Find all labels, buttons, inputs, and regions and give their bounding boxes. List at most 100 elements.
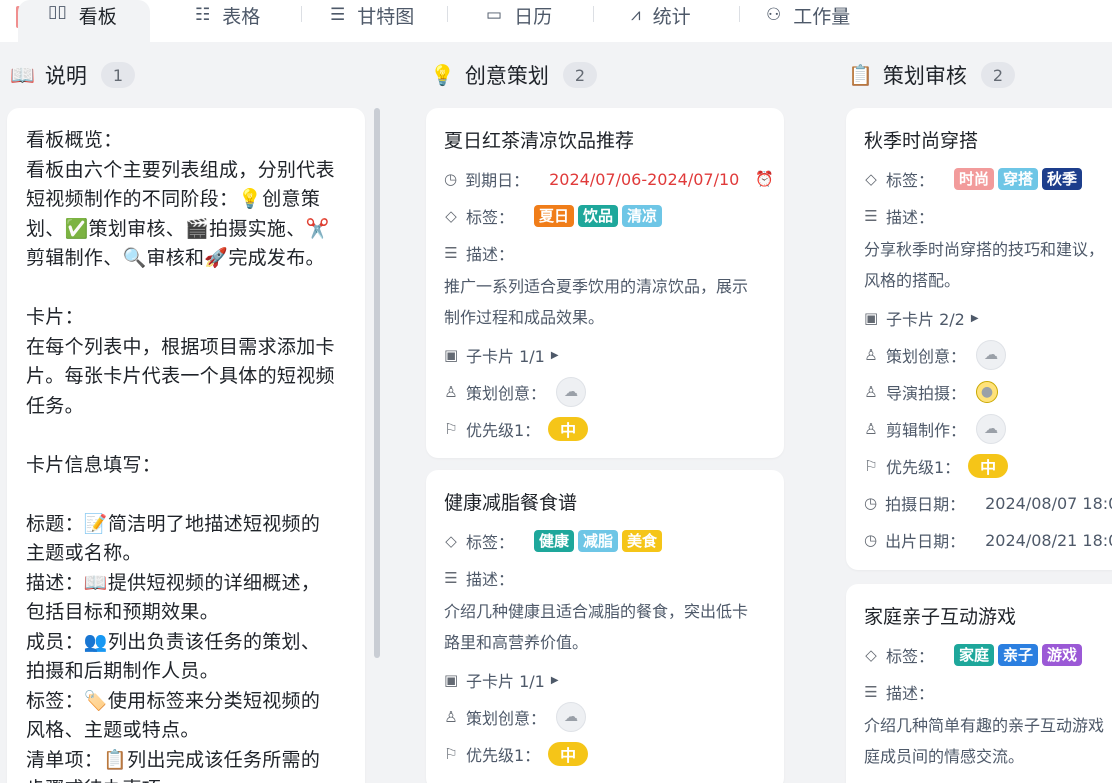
gantt-icon: ☰ [330, 5, 346, 25]
tab-stats[interactable]: ⩘ 统计 [631, 0, 691, 30]
tag-icon: ◇ [445, 532, 457, 550]
tag-badge[interactable]: 游戏 [1042, 644, 1083, 666]
tag-badge[interactable]: 清凉 [622, 205, 663, 227]
task-card[interactable]: 健康减脂餐食谱 ◇ 标签： 健康 减脂 美食 ☰ 描述： 介绍几种健康且适合减脂… [426, 470, 784, 783]
avatar[interactable]: ☁ [556, 377, 587, 407]
text-lines-icon: ☰ [864, 683, 878, 701]
priority-badge[interactable]: 中 [548, 417, 589, 441]
tab-kanban[interactable]: ▯▯ 看板 [18, 0, 150, 42]
tags-row: ◇ 标签： 家庭 亲子 游戏 [864, 643, 1106, 667]
line-chart-icon: ⩘ [631, 5, 641, 25]
tag-badge[interactable]: 时尚 [954, 168, 995, 190]
subcards-row[interactable]: ▣ 子卡片 2/2 ▶ [864, 306, 1106, 330]
avatar[interactable]: ● [976, 381, 999, 403]
description-card[interactable]: 看板概览： 看板由六个主要列表组成，分别代表 短视频制作的不同阶段：💡创意策 划… [7, 108, 365, 783]
card-title: 夏日红茶清凉饮品推荐 [444, 130, 635, 152]
desc-line: 任务。 [26, 394, 84, 417]
flag-icon: ⚐ [444, 420, 458, 438]
alarm-clock-icon[interactable]: ⏰ [755, 170, 774, 188]
priority-row: ⚐ 优先级1： 中 [864, 454, 1106, 478]
desc-line: 清单项：📋列出完成该任务所需的 [26, 748, 321, 771]
text-lines-icon: ☰ [444, 569, 458, 587]
planner-label: 策划创意： [886, 347, 967, 366]
column-header-description[interactable]: 📖 说明 1 [10, 58, 135, 92]
task-card[interactable]: 秋季时尚穿搭 ◇ 标签： 时尚 穿搭 秋季 ☰ 描述： 分享秋季时尚穿搭的技巧和… [846, 108, 1112, 570]
desc-line: 划、✅策划审核、🎬拍摄实施、✂️ [26, 217, 330, 240]
subcards-row[interactable]: ▣ 子卡片 1/1 ▶ [444, 343, 764, 367]
column-title: 创意策划 [464, 64, 549, 88]
card-description: 介绍几种简单有趣的亲子互动游戏 [864, 716, 1105, 735]
lightbulb-icon: 💡 [430, 63, 455, 87]
avatar[interactable]: ☁ [556, 702, 587, 732]
flag-icon: ⚐ [444, 745, 458, 763]
director-label: 导演拍摄： [886, 384, 967, 403]
user-icon: ♙ [864, 383, 878, 401]
description-row: ☰ 描述： [864, 680, 1106, 704]
card-title: 健康减脂餐食谱 [444, 492, 578, 514]
column-title: 策划审核 [882, 64, 967, 88]
desc-line: 步骤或待办事项。 [26, 775, 347, 783]
priority-row: ⚐ 优先级1： 中 [444, 417, 764, 441]
shoot-date-label: 拍摄日期： [885, 495, 966, 514]
tab-divider [301, 6, 302, 22]
tags-label: 标签： [886, 171, 935, 190]
priority-badge[interactable]: 中 [968, 454, 1009, 478]
caret-right-icon: ▶ [970, 312, 979, 324]
priority-label: 优先级1： [886, 458, 961, 477]
release-date-value: 2024/08/21 18:00 [985, 530, 1112, 550]
tags-label: 标签： [886, 647, 935, 666]
desc-label: 描述： [886, 684, 935, 703]
tab-gantt[interactable]: ☰ 甘特图 [330, 0, 414, 30]
user-icon: ♙ [444, 383, 458, 401]
tag-badge[interactable]: 减脂 [578, 530, 619, 552]
desc-line: 风格、主题或特点。 [26, 719, 200, 741]
due-date-row: ◷ 到期日： 2024/07/06-2024/07/10 ⏰ [444, 167, 774, 191]
view-tabs-bar: ▯▯ 看板 ☷ 表格 ☰ 甘特图 ▭ 日历 ⩘ 统计 ⚇ 工作量 [0, 0, 1112, 42]
desc-line: 主题或名称。 [26, 542, 142, 564]
tag-badge[interactable]: 家庭 [954, 644, 995, 666]
kanban-icon: ▯▯ [48, 2, 67, 22]
planner-row: ♙ 策划创意： ☁ [444, 702, 764, 732]
card-description: 风格的搭配。 [864, 271, 961, 290]
release-date-row: ◷ 出片日期： 2024/08/21 18:00 [864, 528, 1112, 552]
tag-badge[interactable]: 亲子 [998, 644, 1039, 666]
priority-badge[interactable]: 中 [548, 742, 589, 766]
task-card[interactable]: 家庭亲子互动游戏 ◇ 标签： 家庭 亲子 游戏 ☰ 描述： 介绍几种简单有趣的亲… [846, 584, 1112, 783]
column-title: 说明 [44, 64, 87, 88]
tab-workload[interactable]: ⚇ 工作量 [766, 0, 850, 30]
avatar[interactable]: ☁ [976, 340, 1007, 370]
desc-label: 描述： [466, 570, 515, 589]
card-title: 家庭亲子互动游戏 [864, 606, 1017, 628]
subcards-row[interactable]: ▣ 子卡片 1/1 ▶ [444, 668, 764, 692]
desc-line: 短视频制作的不同阶段：💡创意策 [26, 188, 321, 210]
desc-line: 卡片： [26, 306, 84, 328]
tab-calendar[interactable]: ▭ 日历 [486, 0, 552, 30]
tag-badge[interactable]: 美食 [622, 530, 663, 552]
card-description: 推广一系列适合夏季饮用的清凉饮品，展示 [444, 277, 749, 296]
planner-row: ♙ 策划创意： ☁ [864, 340, 1106, 370]
tag-badge[interactable]: 健康 [534, 530, 575, 552]
clipboard-icon: 📋 [848, 63, 873, 87]
column-scrollbar[interactable] [374, 108, 380, 658]
tag-badge[interactable]: 夏日 [534, 205, 575, 227]
caret-right-icon: ▶ [550, 674, 559, 686]
tag-icon: ◇ [865, 170, 877, 188]
desc-line: 拍摄和后期制作人员。 [26, 660, 220, 682]
tag-badge[interactable]: 饮品 [578, 205, 619, 227]
calendar-icon: ▭ [486, 5, 503, 25]
desc-label: 描述： [466, 245, 515, 264]
text-lines-icon: ☰ [864, 207, 878, 225]
desc-line: 片。每张卡片代表一个具体的短视频 [26, 365, 335, 387]
column-header-review[interactable]: 📋 策划审核 2 [848, 58, 1015, 92]
column-header-creative[interactable]: 💡 创意策划 2 [430, 58, 597, 92]
tag-badge[interactable]: 穿搭 [998, 168, 1039, 190]
desc-line: 看板由六个主要列表组成，分别代表 [26, 158, 335, 181]
desc-line: 标题：📝简洁明了地描述短视频的 [26, 512, 321, 535]
tab-table[interactable]: ☷ 表格 [195, 0, 260, 30]
task-card[interactable]: 夏日红茶清凉饮品推荐 ◷ 到期日： 2024/07/06-2024/07/10 … [426, 108, 784, 458]
open-book-icon: 📖 [10, 63, 35, 87]
tag-icon: ◇ [445, 207, 457, 225]
tab-label: 工作量 [793, 5, 851, 28]
avatar[interactable]: ☁ [976, 414, 1007, 444]
tag-badge[interactable]: 秋季 [1042, 168, 1083, 190]
